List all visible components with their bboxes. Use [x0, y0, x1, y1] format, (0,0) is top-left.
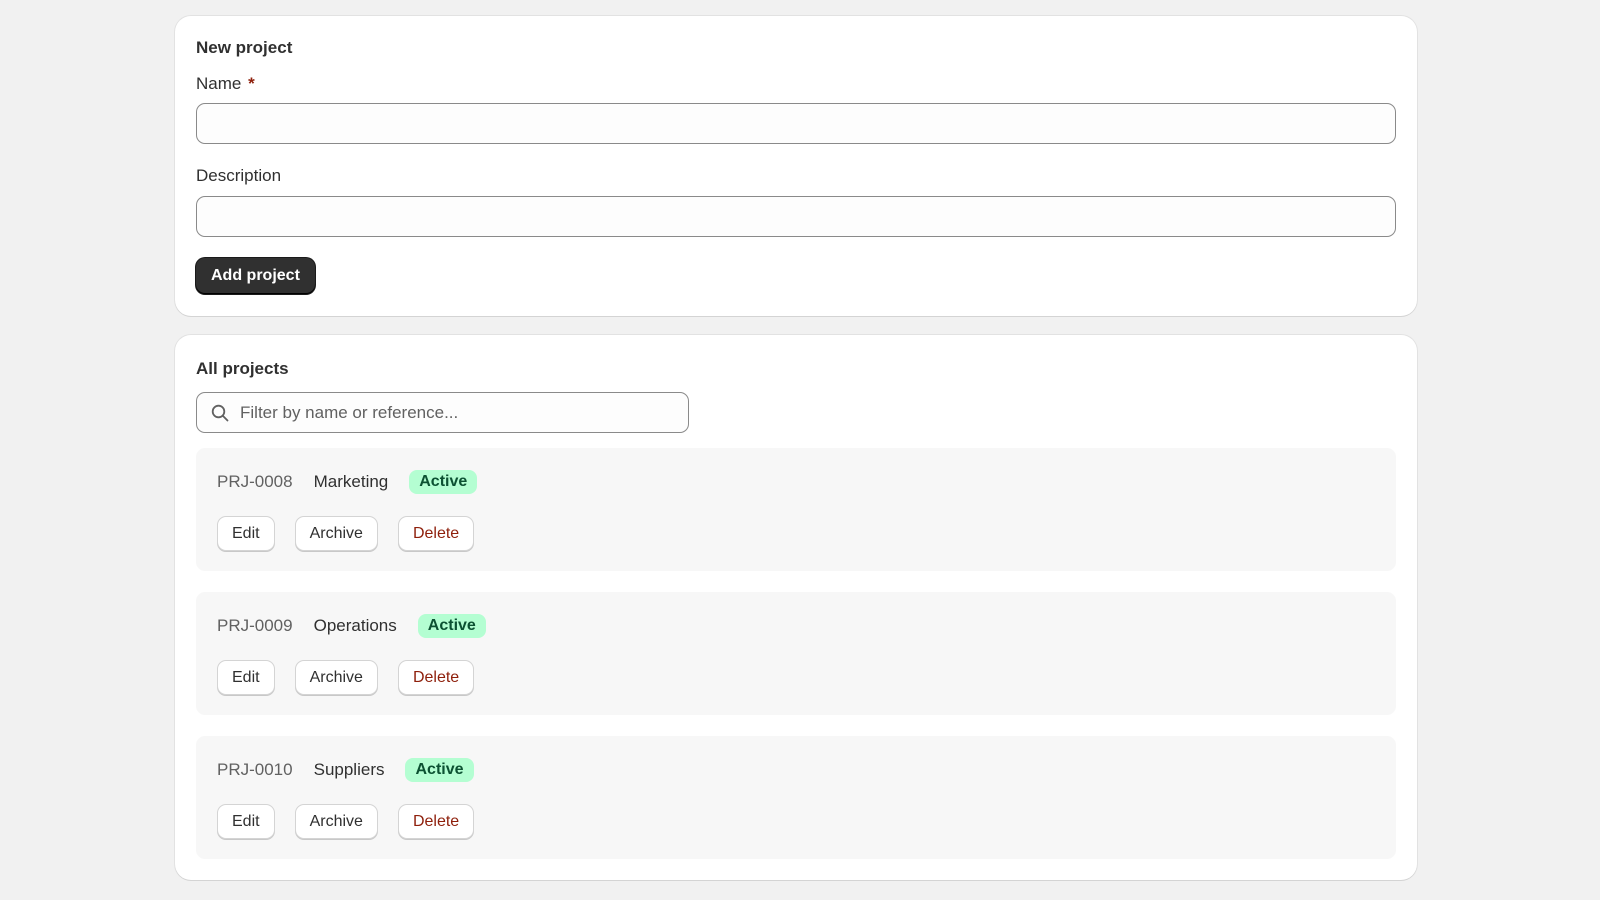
delete-button[interactable]: Delete [397, 660, 475, 695]
all-projects-card: All projects PRJ-0008 Marketing Active E… [175, 335, 1417, 880]
new-project-card: New project Name * Description Add proje… [175, 16, 1417, 316]
project-name: Suppliers [313, 760, 385, 779]
name-label-text: Name [196, 74, 242, 93]
edit-button[interactable]: Edit [217, 660, 275, 695]
delete-button[interactable]: Delete [397, 804, 475, 839]
project-row: PRJ-0008 Marketing Active Edit Archive D… [196, 448, 1396, 571]
project-actions: Edit Archive Delete [217, 804, 494, 839]
project-list: PRJ-0008 Marketing Active Edit Archive D… [196, 448, 1396, 880]
edit-button[interactable]: Edit [217, 804, 275, 839]
status-badge: Active [417, 614, 486, 638]
search-field[interactable] [196, 392, 689, 433]
archive-button[interactable]: Archive [294, 516, 378, 551]
description-label: Description [196, 166, 282, 185]
project-row-header: PRJ-0009 Operations Active [217, 613, 486, 639]
new-project-title: New project [196, 38, 293, 57]
status-badge: Active [409, 470, 478, 494]
add-project-button[interactable]: Add project [196, 258, 315, 294]
name-input[interactable] [196, 103, 1396, 144]
archive-button[interactable]: Archive [294, 804, 378, 839]
project-reference: PRJ-0008 [217, 472, 293, 491]
project-row-header: PRJ-0008 Marketing Active [217, 469, 478, 495]
project-reference: PRJ-0010 [217, 760, 293, 779]
status-badge: Active [405, 758, 474, 782]
project-name: Marketing [313, 472, 389, 491]
description-input[interactable] [196, 196, 1396, 237]
page: New project Name * Description Add proje… [0, 0, 1600, 900]
project-row: PRJ-0010 Suppliers Active Edit Archive D… [196, 736, 1396, 859]
project-row: PRJ-0009 Operations Active Edit Archive … [196, 592, 1396, 715]
project-actions: Edit Archive Delete [217, 516, 494, 551]
required-mark: * [248, 74, 255, 93]
all-projects-title: All projects [196, 359, 289, 378]
edit-button[interactable]: Edit [217, 516, 275, 551]
archive-button[interactable]: Archive [294, 660, 378, 695]
project-actions: Edit Archive Delete [217, 660, 494, 695]
search-input[interactable] [238, 392, 688, 433]
search-icon [210, 403, 230, 423]
project-name: Operations [313, 616, 397, 635]
project-reference: PRJ-0009 [217, 616, 293, 635]
name-label: Name * [196, 74, 255, 94]
project-row-header: PRJ-0010 Suppliers Active [217, 757, 474, 783]
delete-button[interactable]: Delete [397, 516, 475, 551]
